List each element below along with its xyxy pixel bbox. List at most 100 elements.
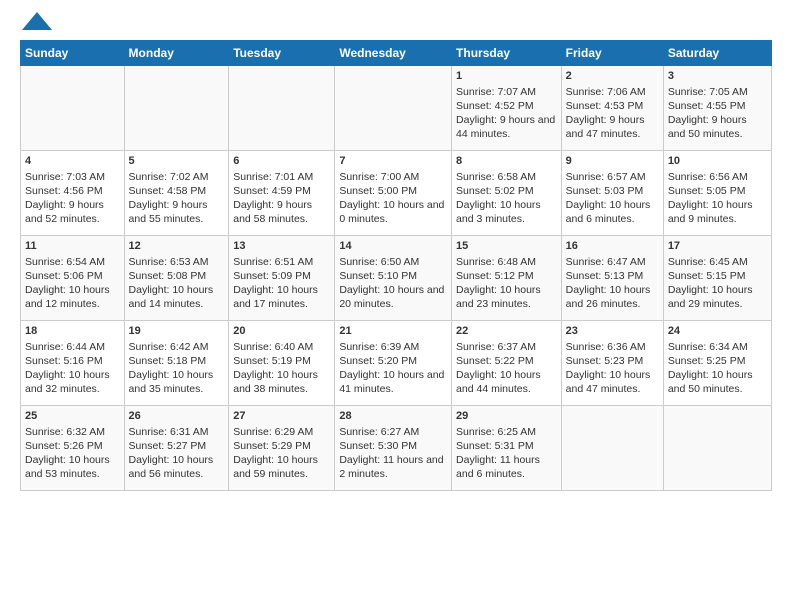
day-number: 27 <box>233 409 330 424</box>
cell-content: Sunrise: 6:51 AM <box>233 255 330 269</box>
logo <box>20 16 52 30</box>
cell-content: Sunrise: 6:29 AM <box>233 425 330 439</box>
cell-content: Sunset: 4:52 PM <box>456 99 557 113</box>
cell-content: Sunset: 4:56 PM <box>25 184 120 198</box>
calendar-cell: 23Sunrise: 6:36 AMSunset: 5:23 PMDayligh… <box>561 321 663 406</box>
day-number: 5 <box>129 154 225 169</box>
cell-content: Daylight: 9 hours and 55 minutes. <box>129 198 225 226</box>
cell-content: Sunrise: 6:50 AM <box>339 255 447 269</box>
col-header-saturday: Saturday <box>663 41 771 66</box>
day-number: 20 <box>233 324 330 339</box>
calendar-cell: 26Sunrise: 6:31 AMSunset: 5:27 PMDayligh… <box>124 406 229 491</box>
calendar-cell: 27Sunrise: 6:29 AMSunset: 5:29 PMDayligh… <box>229 406 335 491</box>
cell-content: Daylight: 10 hours and 9 minutes. <box>668 198 767 226</box>
cell-content: Daylight: 10 hours and 35 minutes. <box>129 368 225 396</box>
cell-content: Daylight: 10 hours and 20 minutes. <box>339 283 447 311</box>
cell-content: Sunset: 5:27 PM <box>129 439 225 453</box>
day-number: 26 <box>129 409 225 424</box>
cell-content: Daylight: 10 hours and 53 minutes. <box>25 453 120 481</box>
cell-content: Daylight: 10 hours and 41 minutes. <box>339 368 447 396</box>
cell-content: Sunrise: 6:27 AM <box>339 425 447 439</box>
cell-content: Sunset: 5:02 PM <box>456 184 557 198</box>
day-number: 22 <box>456 324 557 339</box>
cell-content: Sunset: 5:15 PM <box>668 269 767 283</box>
cell-content: Sunrise: 6:42 AM <box>129 340 225 354</box>
cell-content: Daylight: 10 hours and 23 minutes. <box>456 283 557 311</box>
calendar-cell: 18Sunrise: 6:44 AMSunset: 5:16 PMDayligh… <box>21 321 125 406</box>
cell-content: Sunset: 5:13 PM <box>566 269 659 283</box>
col-header-wednesday: Wednesday <box>335 41 452 66</box>
cell-content: Sunset: 5:19 PM <box>233 354 330 368</box>
cell-content: Sunset: 5:05 PM <box>668 184 767 198</box>
cell-content: Sunrise: 6:45 AM <box>668 255 767 269</box>
calendar-cell: 21Sunrise: 6:39 AMSunset: 5:20 PMDayligh… <box>335 321 452 406</box>
day-number: 7 <box>339 154 447 169</box>
cell-content: Sunset: 5:20 PM <box>339 354 447 368</box>
cell-content: Daylight: 10 hours and 14 minutes. <box>129 283 225 311</box>
cell-content: Sunrise: 7:06 AM <box>566 85 659 99</box>
cell-content: Daylight: 10 hours and 17 minutes. <box>233 283 330 311</box>
day-number: 19 <box>129 324 225 339</box>
calendar-cell: 8Sunrise: 6:58 AMSunset: 5:02 PMDaylight… <box>452 151 562 236</box>
calendar-cell: 11Sunrise: 6:54 AMSunset: 5:06 PMDayligh… <box>21 236 125 321</box>
cell-content: Sunset: 5:29 PM <box>233 439 330 453</box>
day-number: 13 <box>233 239 330 254</box>
calendar-cell: 22Sunrise: 6:37 AMSunset: 5:22 PMDayligh… <box>452 321 562 406</box>
day-number: 25 <box>25 409 120 424</box>
cell-content: Sunset: 5:23 PM <box>566 354 659 368</box>
cell-content: Sunset: 4:59 PM <box>233 184 330 198</box>
calendar-cell: 28Sunrise: 6:27 AMSunset: 5:30 PMDayligh… <box>335 406 452 491</box>
cell-content: Sunrise: 6:31 AM <box>129 425 225 439</box>
calendar-cell: 13Sunrise: 6:51 AMSunset: 5:09 PMDayligh… <box>229 236 335 321</box>
cell-content: Daylight: 10 hours and 0 minutes. <box>339 198 447 226</box>
calendar-cell: 17Sunrise: 6:45 AMSunset: 5:15 PMDayligh… <box>663 236 771 321</box>
day-number: 28 <box>339 409 447 424</box>
cell-content: Sunrise: 7:00 AM <box>339 170 447 184</box>
cell-content: Sunrise: 6:34 AM <box>668 340 767 354</box>
cell-content: Daylight: 9 hours and 50 minutes. <box>668 113 767 141</box>
cell-content: Sunset: 5:25 PM <box>668 354 767 368</box>
cell-content: Sunset: 5:09 PM <box>233 269 330 283</box>
cell-content: Sunrise: 7:03 AM <box>25 170 120 184</box>
calendar-table: SundayMondayTuesdayWednesdayThursdayFrid… <box>20 40 772 491</box>
cell-content: Daylight: 10 hours and 29 minutes. <box>668 283 767 311</box>
day-number: 29 <box>456 409 557 424</box>
calendar-cell: 15Sunrise: 6:48 AMSunset: 5:12 PMDayligh… <box>452 236 562 321</box>
cell-content: Sunrise: 6:40 AM <box>233 340 330 354</box>
cell-content: Sunset: 4:53 PM <box>566 99 659 113</box>
cell-content: Sunset: 5:26 PM <box>25 439 120 453</box>
week-row-3: 11Sunrise: 6:54 AMSunset: 5:06 PMDayligh… <box>21 236 772 321</box>
cell-content: Daylight: 10 hours and 56 minutes. <box>129 453 225 481</box>
day-number: 23 <box>566 324 659 339</box>
cell-content: Daylight: 10 hours and 47 minutes. <box>566 368 659 396</box>
cell-content: Sunset: 4:58 PM <box>129 184 225 198</box>
calendar-cell <box>21 66 125 151</box>
cell-content: Daylight: 9 hours and 52 minutes. <box>25 198 120 226</box>
cell-content: Sunset: 5:08 PM <box>129 269 225 283</box>
cell-content: Sunrise: 7:07 AM <box>456 85 557 99</box>
cell-content: Daylight: 10 hours and 26 minutes. <box>566 283 659 311</box>
day-number: 2 <box>566 69 659 84</box>
calendar-cell: 10Sunrise: 6:56 AMSunset: 5:05 PMDayligh… <box>663 151 771 236</box>
calendar-cell <box>561 406 663 491</box>
day-number: 3 <box>668 69 767 84</box>
cell-content: Sunrise: 6:32 AM <box>25 425 120 439</box>
calendar-cell: 25Sunrise: 6:32 AMSunset: 5:26 PMDayligh… <box>21 406 125 491</box>
week-row-2: 4Sunrise: 7:03 AMSunset: 4:56 PMDaylight… <box>21 151 772 236</box>
col-header-tuesday: Tuesday <box>229 41 335 66</box>
cell-content: Sunrise: 6:54 AM <box>25 255 120 269</box>
cell-content: Sunrise: 7:01 AM <box>233 170 330 184</box>
col-header-thursday: Thursday <box>452 41 562 66</box>
cell-content: Sunset: 5:12 PM <box>456 269 557 283</box>
day-number: 15 <box>456 239 557 254</box>
day-number: 6 <box>233 154 330 169</box>
cell-content: Daylight: 9 hours and 58 minutes. <box>233 198 330 226</box>
day-number: 12 <box>129 239 225 254</box>
cell-content: Daylight: 11 hours and 2 minutes. <box>339 453 447 481</box>
logo-icon <box>22 12 52 30</box>
col-header-sunday: Sunday <box>21 41 125 66</box>
calendar-cell: 20Sunrise: 6:40 AMSunset: 5:19 PMDayligh… <box>229 321 335 406</box>
cell-content: Daylight: 10 hours and 3 minutes. <box>456 198 557 226</box>
day-number: 21 <box>339 324 447 339</box>
cell-content: Daylight: 10 hours and 38 minutes. <box>233 368 330 396</box>
